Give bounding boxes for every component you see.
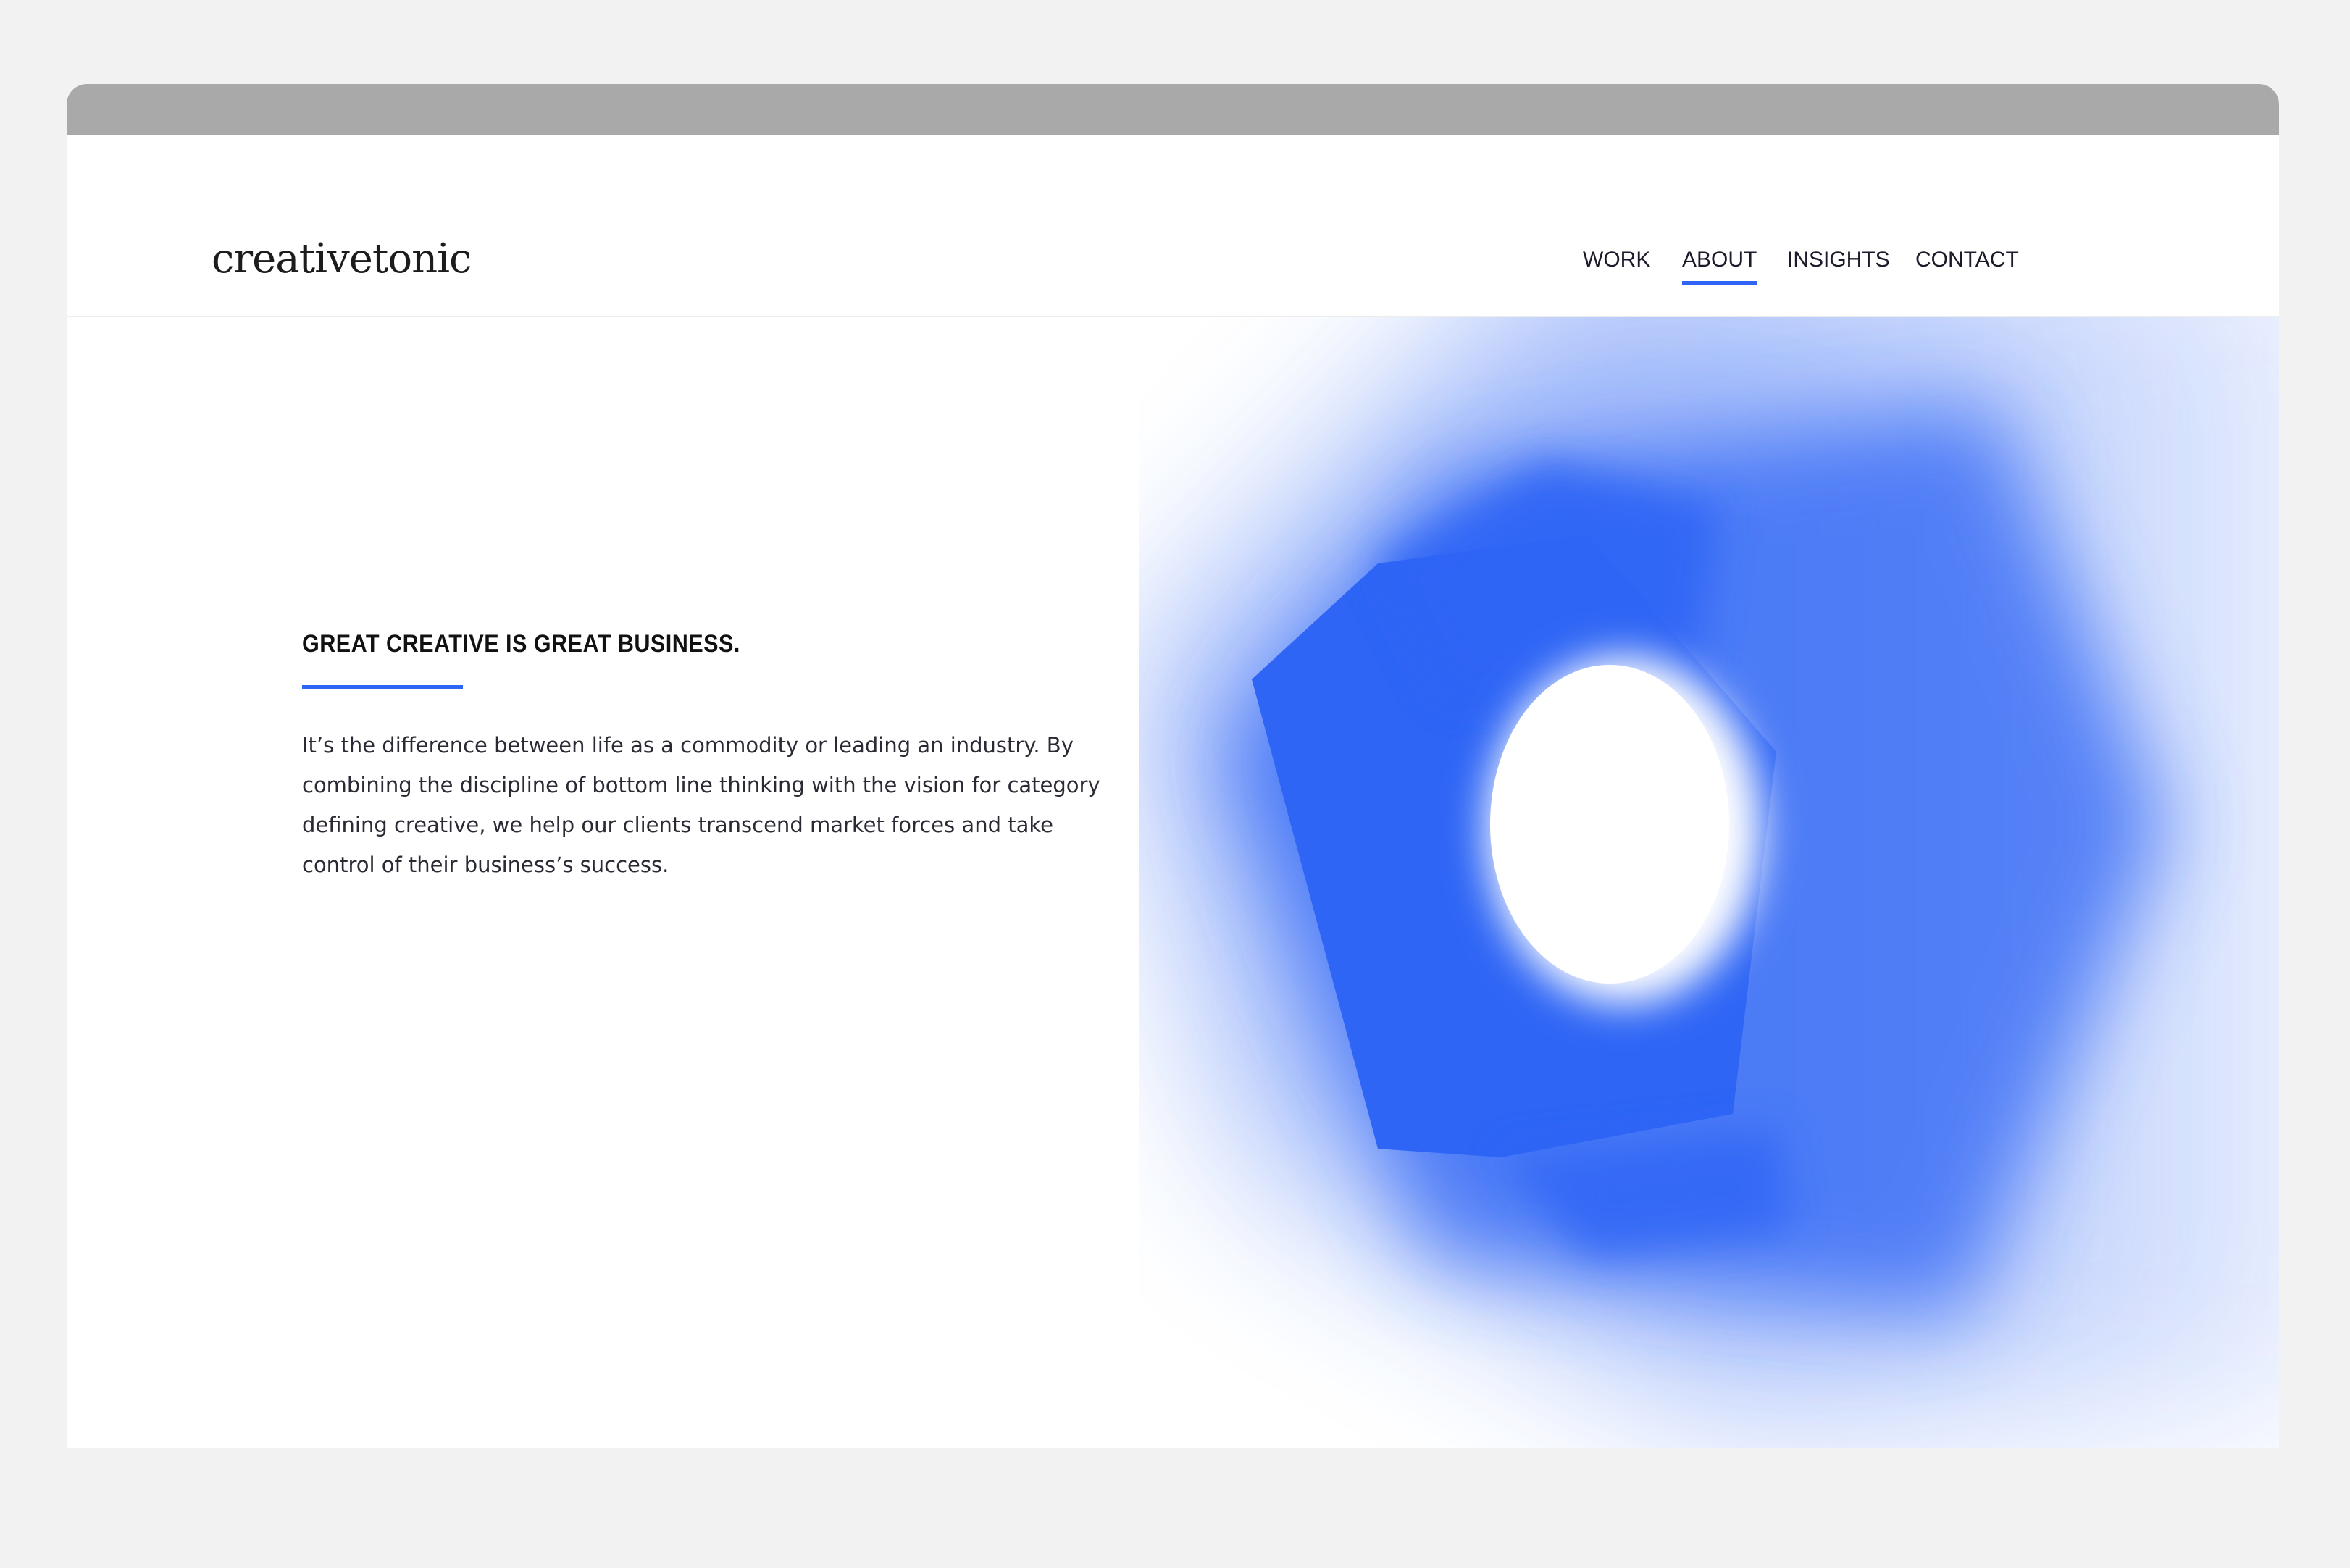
nav-item-about[interactable]: ABOUT bbox=[1682, 248, 1757, 285]
hero-body-text: It’s the difference between life as a co… bbox=[302, 733, 1100, 877]
main-nav: WORK ABOUT INSIGHTS CONTACT bbox=[67, 249, 2279, 293]
hero-text-block: GREAT CREATIVE IS GREAT BUSINESS. It’s t… bbox=[302, 632, 1128, 906]
hero-graphic bbox=[1139, 317, 2279, 1448]
nav-item-contact[interactable]: CONTACT bbox=[1915, 249, 2019, 271]
nav-item-label: WORK bbox=[1583, 248, 1651, 272]
browser-title-bar bbox=[67, 84, 2279, 135]
site-header: creativetonic WORK ABOUT INSIGHTS CONTAC… bbox=[67, 135, 2279, 317]
nav-item-label: CONTACT bbox=[1915, 248, 2019, 272]
nav-item-label: INSIGHTS bbox=[1787, 248, 1890, 272]
blue-hexagon-ring-graphic bbox=[1139, 317, 2279, 1417]
nav-item-work[interactable]: WORK bbox=[1583, 249, 1650, 271]
hero-headline: GREAT CREATIVE IS GREAT BUSINESS. bbox=[302, 630, 740, 658]
headline-accent-line bbox=[302, 685, 463, 689]
active-nav-indicator bbox=[1682, 281, 1757, 285]
nav-item-label: ABOUT bbox=[1682, 248, 1757, 272]
nav-item-insights[interactable]: INSIGHTS bbox=[1787, 249, 1890, 271]
browser-window: creativetonic WORK ABOUT INSIGHTS CONTAC… bbox=[67, 84, 2279, 1448]
